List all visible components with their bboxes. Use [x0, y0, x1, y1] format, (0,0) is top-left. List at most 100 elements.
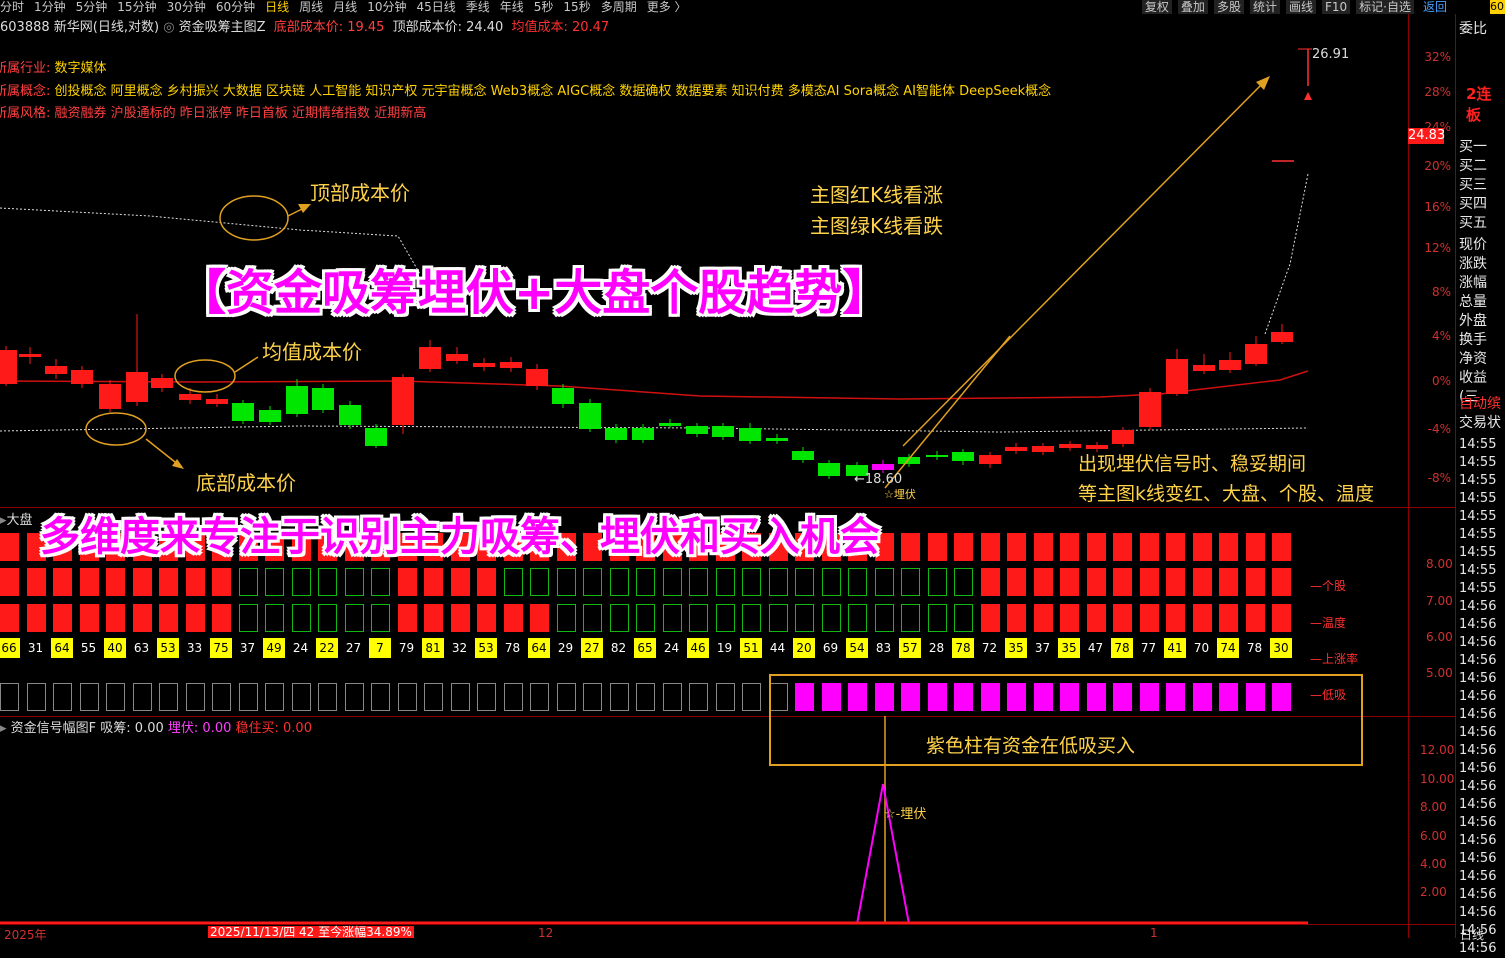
signal-cell — [26, 604, 46, 632]
candle-body — [1271, 332, 1293, 342]
candle-body — [339, 405, 361, 425]
rise-rate-value: 40 — [104, 638, 126, 658]
signal-cell — [265, 683, 284, 711]
rise-rate-value: 29 — [557, 641, 574, 655]
period-14[interactable]: 15秒 — [563, 0, 590, 14]
candle-body — [1245, 344, 1267, 364]
rise-rate-value: 78 — [1111, 638, 1133, 658]
signal-cell — [1192, 533, 1212, 561]
period-5[interactable]: 60分钟 — [216, 0, 255, 14]
toolbar-button-2[interactable]: 多股 — [1213, 0, 1244, 14]
period-15[interactable]: 多周期 — [601, 0, 637, 14]
date-cursor-label: 2025/11/13/四 42 至今涨幅34.89% — [208, 925, 414, 939]
rise-rate-value: 37 — [1034, 641, 1051, 655]
signal-cell — [132, 568, 152, 596]
buy-level-5: 买五 — [1459, 215, 1487, 231]
rise-rate-value: 33 — [186, 641, 203, 655]
period-16[interactable]: 更多 〉 — [647, 0, 687, 14]
subpanel-label: ▸大盘 — [0, 513, 33, 528]
trade-time: 14:56 — [1459, 941, 1497, 956]
bottom-cost-annotation: 底部成本价 — [196, 471, 296, 495]
signal-cell — [291, 568, 311, 596]
red-k-annotation: 主图红K线看涨 — [810, 183, 944, 207]
period-1[interactable]: 1分钟 — [34, 0, 66, 14]
signal-cell — [1007, 568, 1026, 596]
buy-level-4: 买四 — [1459, 196, 1487, 212]
toolbar-button-6[interactable]: 标记·自选 — [1356, 0, 1414, 14]
period-9[interactable]: 10分钟 — [367, 0, 406, 14]
trade-time: 14:56 — [1459, 725, 1497, 740]
candle-body — [605, 428, 627, 440]
toolbar-button-3[interactable]: 统计 — [1249, 0, 1280, 14]
period-11[interactable]: 季线 — [466, 0, 490, 14]
period-0[interactable]: 分时 — [0, 0, 24, 14]
trade-time: 14:55 — [1459, 509, 1497, 524]
rise-rate-value: 24 — [663, 641, 680, 655]
rise-rate-value: 55 — [80, 641, 97, 655]
signal-cell — [1272, 568, 1291, 596]
quote-field: 现价 — [1459, 237, 1487, 253]
toolbar-button-4[interactable]: 画线 — [1285, 0, 1316, 14]
period-6[interactable]: 日线 — [265, 0, 289, 14]
signal-cell — [26, 683, 46, 711]
toolbar-button-5[interactable]: F10 — [1321, 0, 1351, 14]
pct-tick: 32% — [1424, 50, 1451, 64]
signal-cell — [238, 683, 258, 711]
period-7[interactable]: 周线 — [299, 0, 323, 14]
trade-time: 14:55 — [1459, 545, 1497, 560]
period-3[interactable]: 15分钟 — [117, 0, 156, 14]
signal-cell — [556, 568, 576, 596]
trade-time: 14:56 — [1459, 761, 1497, 776]
period-8[interactable]: 月线 — [333, 0, 357, 14]
signal-cell — [583, 683, 602, 711]
toolbar-button-0[interactable]: 复权 — [1141, 0, 1172, 14]
subpanel-title[interactable]: 大盘 — [7, 513, 33, 528]
signal-arrow — [884, 335, 1011, 489]
rise-rate-value: 78 — [1246, 641, 1263, 655]
quote-field: 外盘 — [1459, 313, 1487, 329]
toolbar-button-1[interactable]: 叠加 — [1177, 0, 1208, 14]
signal-cell — [53, 604, 72, 632]
pct-tick: 4% — [1431, 329, 1451, 343]
pct-tick: 12% — [1424, 241, 1451, 255]
signal-cell — [980, 604, 1000, 632]
period-10[interactable]: 45日线 — [416, 0, 455, 14]
period-12[interactable]: 年线 — [500, 0, 524, 14]
signal-cell — [1113, 604, 1132, 632]
signal-cell — [79, 683, 99, 711]
signal-cell — [1113, 568, 1132, 596]
signal-cell — [1033, 604, 1053, 632]
signal-cell — [980, 533, 1000, 561]
back-button[interactable]: 返回 — [1420, 0, 1450, 14]
signal-cell — [424, 604, 443, 632]
signal-cell — [715, 604, 735, 632]
sub-axis-5: 5.00 — [1426, 666, 1453, 680]
signal-chart[interactable] — [0, 716, 1408, 924]
period-4[interactable]: 30分钟 — [167, 0, 206, 14]
signal-cell — [1219, 568, 1238, 596]
signal-cell — [159, 568, 178, 596]
signal-cell — [132, 604, 152, 632]
rise-rate-value: 53 — [157, 638, 179, 658]
avg-cost-annotation: 均值成本价 — [262, 340, 362, 364]
candle-body — [632, 428, 654, 440]
signal-cell — [609, 604, 629, 632]
trade-time: 14:55 — [1459, 455, 1497, 470]
signal-cell — [1060, 533, 1079, 561]
signal-cell — [1060, 568, 1079, 596]
pct-tick: 28% — [1424, 85, 1451, 99]
trade-time: 14:56 — [1459, 887, 1497, 902]
trade-time: 14:55 — [1459, 473, 1497, 488]
signal-cell — [0, 568, 19, 596]
period-2[interactable]: 5分钟 — [76, 0, 108, 14]
signal-axis-tick: 8.00 — [1420, 800, 1447, 814]
period-13[interactable]: 5秒 — [534, 0, 554, 14]
candle-body — [1193, 365, 1215, 371]
rise-rate-value: 64 — [528, 638, 550, 658]
quote-field: 涨跌 — [1459, 256, 1487, 272]
candlestick-chart[interactable] — [0, 14, 1408, 508]
signal-cell — [503, 568, 523, 596]
signal-cell — [927, 604, 947, 632]
rise-rate-value: 63 — [133, 641, 150, 655]
rise-rate-value: 65 — [634, 638, 656, 658]
